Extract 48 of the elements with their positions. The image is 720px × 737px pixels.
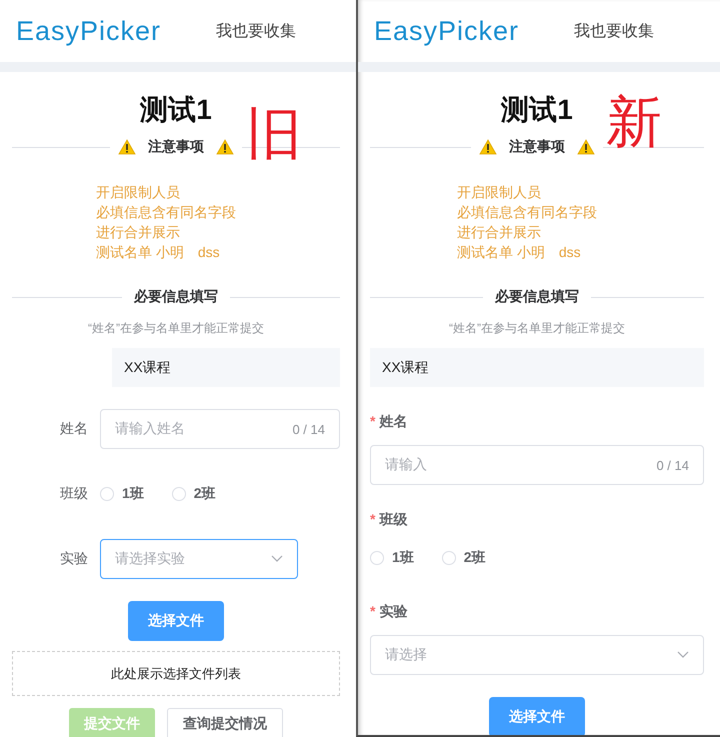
nav-link[interactable]: 我也要收集	[574, 20, 654, 42]
notice-text: 进行合并展示	[457, 223, 542, 242]
section-heading: 必要信息填写	[132, 288, 219, 306]
radio-option[interactable]: 1班	[370, 549, 414, 567]
annotation-label: 旧	[246, 106, 302, 162]
choose-file-button[interactable]: 选择文件	[489, 697, 585, 735]
file-list-area: 此处展示选择文件列表	[12, 651, 340, 696]
radio-option[interactable]: 2班	[442, 549, 486, 567]
section-heading: 注意事项	[147, 138, 205, 156]
select-field[interactable]: 请选择	[370, 635, 704, 675]
course-field: XX课程	[112, 348, 340, 387]
notice-text: 开启限制人员	[457, 183, 542, 202]
field-label: * 实验	[370, 603, 408, 621]
chevron-down-icon	[677, 651, 689, 659]
field-label: * 姓名	[370, 413, 408, 431]
radio-option[interactable]: 2班	[172, 485, 216, 503]
field-label: 姓名	[59, 420, 89, 438]
section-heading: 注意事项	[508, 138, 566, 156]
warning-icon	[118, 139, 136, 155]
course-field: XX课程	[370, 348, 704, 387]
notice-text: 开启限制人员	[96, 183, 181, 202]
form-title: 测试1	[140, 93, 212, 127]
text-input[interactable]: 请输入 0 / 14	[370, 445, 704, 485]
field-label: 班级	[59, 485, 89, 503]
notice-text: 测试名单 小明 dss	[96, 243, 221, 262]
notice-text: 必填信息含有同名字段	[96, 203, 236, 222]
nav-link[interactable]: 我也要收集	[216, 20, 296, 42]
logo[interactable]: EasyPicker	[16, 16, 216, 46]
text-input[interactable]: 请输入姓名 0 / 14	[100, 409, 340, 449]
notice-text: 必填信息含有同名字段	[457, 203, 597, 222]
field-label: 实验	[59, 550, 89, 568]
notice-text: 进行合并展示	[96, 223, 181, 242]
warning-icon	[577, 139, 595, 155]
chevron-down-icon	[271, 555, 283, 563]
logo[interactable]: EasyPicker	[374, 16, 574, 46]
annotation-label: 新	[606, 94, 662, 150]
section-heading: 必要信息填写	[494, 288, 580, 306]
notice-text: 测试名单 小明 dss	[457, 243, 582, 262]
warning-icon	[216, 139, 234, 155]
warning-icon	[479, 139, 497, 155]
form-title: 测试1	[501, 93, 573, 127]
hint-text: “姓名”在参与名单里才能正常提交	[87, 320, 265, 337]
radio-option[interactable]: 1班	[100, 485, 144, 503]
select-field[interactable]: 请选择实验	[100, 539, 298, 579]
action-button[interactable]: 查询提交情况	[167, 708, 283, 737]
choose-file-button[interactable]: 选择文件	[128, 601, 224, 641]
field-label: * 班级	[370, 511, 408, 529]
hint-text: “姓名”在参与名单里才能正常提交	[448, 320, 626, 337]
